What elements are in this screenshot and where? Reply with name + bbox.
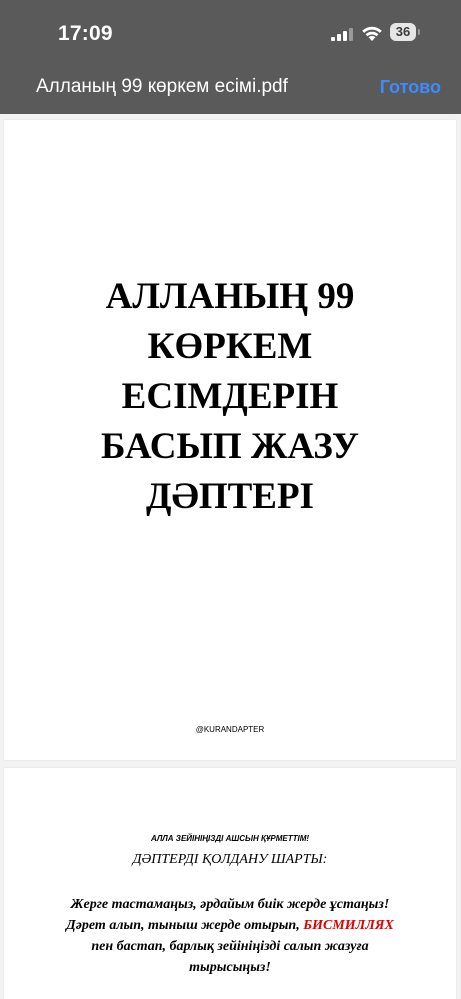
cover-title-line: ДӘПТЕРІ — [146, 476, 314, 517]
pdf-viewer[interactable]: АЛЛАНЫҢ 99 КӨРКЕМ ЕСІМДЕРІН БАСЫП ЖАЗУ Д… — [0, 114, 461, 999]
cover-title-line: БАСЫП ЖАЗУ — [100, 426, 360, 467]
rules-line-text: Дәрет алып, тыныш жерде отырып, — [66, 918, 304, 933]
battery-icon: 36 — [390, 23, 420, 43]
battery-cap — [418, 29, 420, 35]
cover-handle: @KURANDAPTER — [195, 725, 265, 734]
signal-icon — [331, 28, 353, 41]
wifi-icon — [362, 26, 382, 41]
rules-line: Дәрет алып, тыныш жерде отырып, БИСМИЛЛЯ… — [34, 915, 426, 936]
cover-title: АЛЛАНЫҢ 99 КӨРКЕМ ЕСІМДЕРІН БАСЫП ЖАЗУ Д… — [4, 272, 456, 522]
cover-title-line: КӨРКЕМ — [147, 326, 313, 367]
rules-line: Жерге тастамаңыз, әрдайым биік жерде ұст… — [70, 897, 390, 912]
cover-title-line: ЕСІМДЕРІН — [121, 376, 339, 417]
cover-title-line: АЛЛАНЫҢ 99 — [105, 276, 355, 317]
done-button[interactable]: Готово — [380, 77, 441, 98]
pdf-preview-screen: 17:09 36 Алланың 99 көркем есімі.pdf Гот… — [0, 0, 461, 999]
rules-body: Жерге тастамаңыз, әрдайым биік жерде ұст… — [34, 894, 426, 978]
rules-line: пен бастап, барлық зейініңізді салып жаз… — [91, 939, 369, 954]
document-title: Алланың 99 көркем есімі.pdf — [36, 76, 288, 97]
battery-level: 36 — [390, 23, 416, 41]
status-time: 17:09 — [58, 22, 113, 45]
bismillah-highlight: БИСМИЛЛЯХ — [303, 918, 394, 933]
pdf-page-rules: АЛЛА ЗЕЙІНІҢІЗДІ АШСЫН ҚҰРМЕТТІМ! ДӘПТЕР… — [4, 768, 456, 999]
rules-greeting: АЛЛА ЗЕЙІНІҢІЗДІ АШСЫН ҚҰРМЕТТІМ! — [150, 834, 310, 843]
top-bar: 17:09 36 Алланың 99 көркем есімі.pdf Гот… — [0, 0, 461, 114]
pdf-page-cover: АЛЛАНЫҢ 99 КӨРКЕМ ЕСІМДЕРІН БАСЫП ЖАЗУ Д… — [4, 120, 456, 760]
rules-line: тырысыңыз! — [189, 960, 271, 975]
rules-heading: ДӘПТЕРДІ ҚОЛДАНУ ШАРТЫ: — [132, 852, 328, 867]
